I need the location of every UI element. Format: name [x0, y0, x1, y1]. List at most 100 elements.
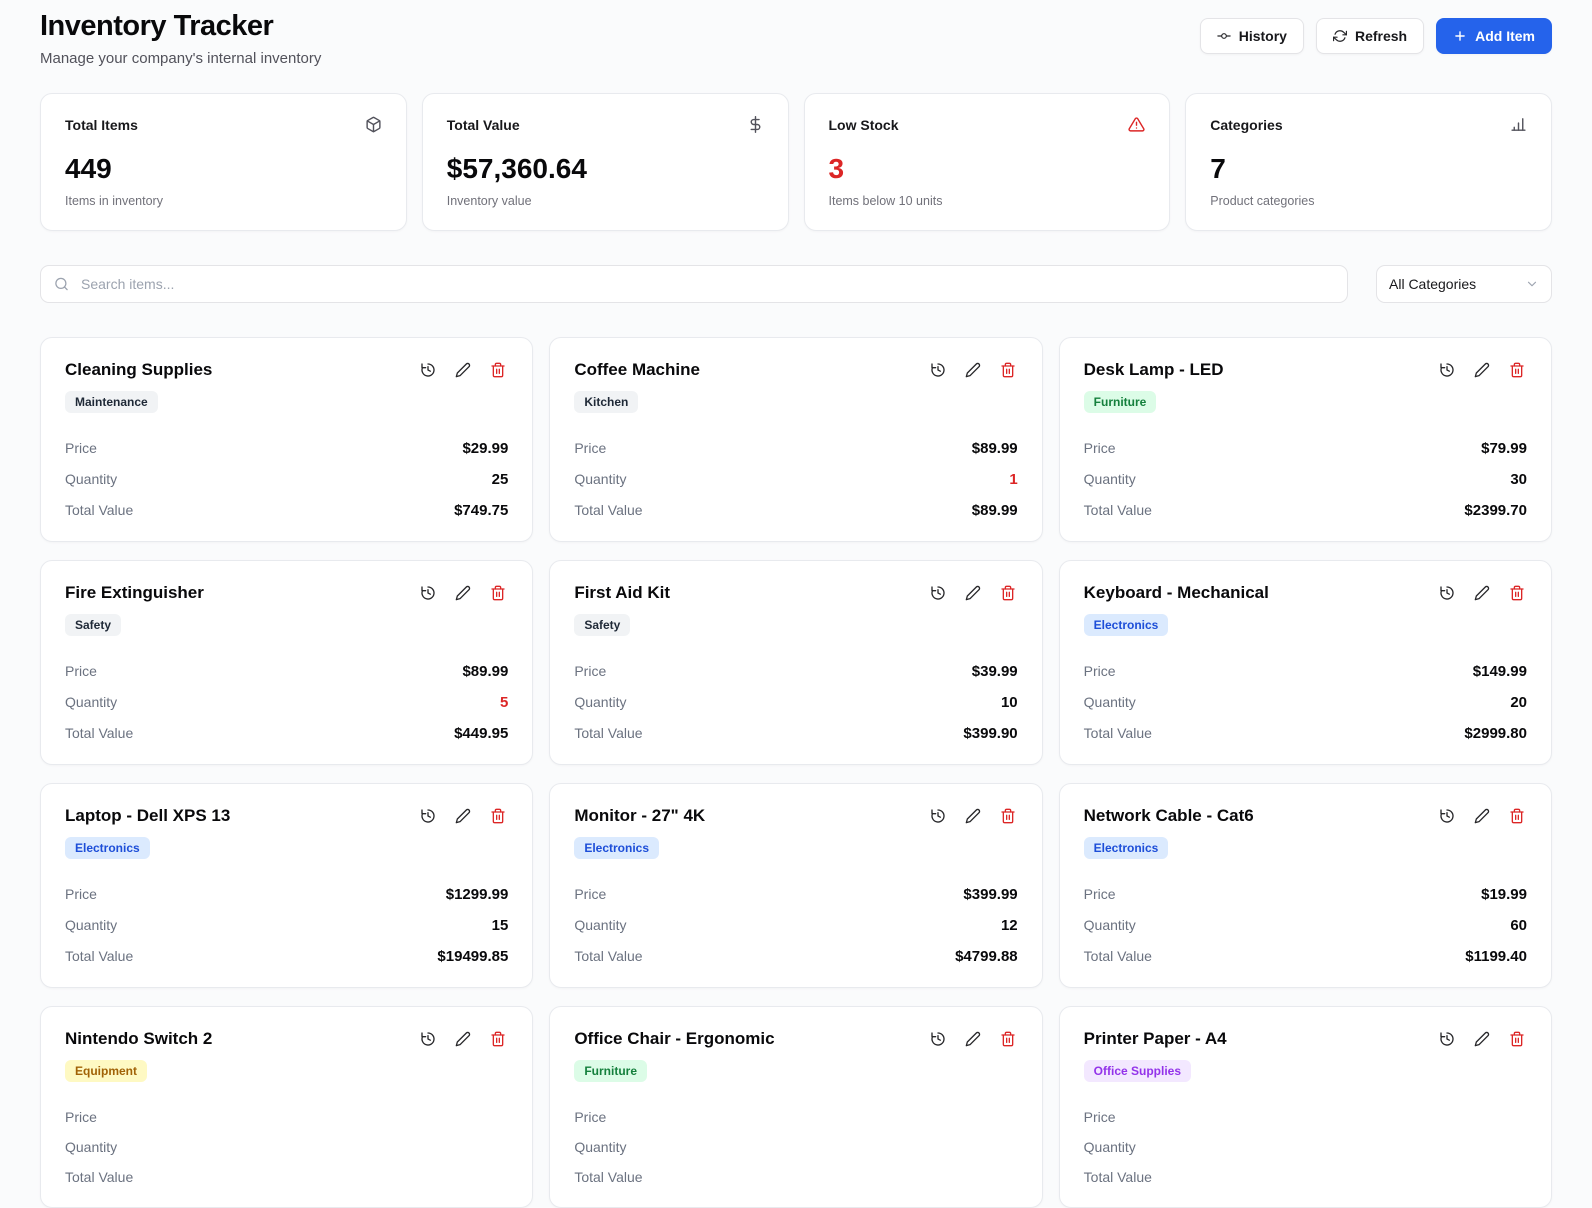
item-delete-button[interactable]: [1507, 583, 1527, 603]
page: Inventory Tracker Manage your company's …: [0, 0, 1592, 1208]
stat-caption: Inventory value: [446, 194, 532, 208]
item-history-button[interactable]: [418, 583, 438, 603]
history-clock-icon: [1440, 1032, 1454, 1046]
add-item-button[interactable]: Add Item: [1436, 18, 1552, 54]
stats-grid: Total Items 449 Items in inventory Total…: [40, 93, 1552, 231]
item-history-button[interactable]: [418, 360, 438, 380]
item-details: Price $39.99 Quantity 10 Total Value $39…: [574, 663, 1017, 742]
item-edit-button[interactable]: [1472, 806, 1492, 826]
trash-icon: [1000, 1031, 1015, 1047]
history-button[interactable]: History: [1199, 18, 1304, 54]
item-delete-button[interactable]: [998, 583, 1018, 603]
item-actions: [418, 806, 508, 826]
item-history-button[interactable]: [1437, 583, 1457, 603]
item-history-button[interactable]: [1437, 1029, 1457, 1049]
search-wrap: [40, 265, 1348, 303]
item-delete-button[interactable]: [488, 360, 508, 380]
stat-value: 7: [1210, 153, 1226, 184]
pencil-icon: [455, 362, 471, 378]
quantity-label: Quantity: [65, 1139, 118, 1155]
item-card: Nintendo Switch 2 Equipment Price Quanti…: [40, 1006, 534, 1208]
stat-label: Categories: [1210, 116, 1283, 133]
stat-caption: Product categories: [1210, 194, 1315, 208]
quantity-value: 25: [491, 471, 509, 488]
price-value: $29.99: [462, 440, 509, 457]
item-edit-button[interactable]: [963, 360, 983, 380]
item-edit-button[interactable]: [963, 806, 983, 826]
item-delete-button[interactable]: [1507, 1029, 1527, 1049]
total-value: $749.75: [454, 502, 509, 519]
pencil-icon: [1474, 362, 1490, 378]
item-history-button[interactable]: [928, 360, 948, 380]
item-edit-button[interactable]: [453, 806, 473, 826]
page-title: Inventory Tracker: [40, 10, 274, 42]
item-history-button[interactable]: [1437, 806, 1457, 826]
item-history-button[interactable]: [1437, 360, 1457, 380]
item-edit-button[interactable]: [1472, 583, 1492, 603]
stat-card-total-items: Total Items 449 Items in inventory: [40, 93, 407, 231]
search-input[interactable]: [40, 265, 1348, 303]
refresh-button[interactable]: Refresh: [1315, 18, 1425, 54]
item-history-button[interactable]: [928, 583, 948, 603]
item-title: Fire Extinguisher: [65, 583, 204, 602]
total-value: $449.95: [454, 725, 509, 742]
total-value: $4799.88: [955, 948, 1018, 965]
quantity-label: Quantity: [1083, 471, 1136, 487]
category-badge: Kitchen: [574, 391, 639, 413]
total-value: $19499.85: [437, 948, 509, 965]
item-delete-button[interactable]: [488, 583, 508, 603]
item-actions: [1437, 583, 1527, 603]
item-edit-button[interactable]: [453, 583, 473, 603]
item-delete-button[interactable]: [998, 806, 1018, 826]
price-value: $149.99: [1472, 663, 1527, 680]
quantity-label: Quantity: [65, 917, 118, 933]
item-details: Price $79.99 Quantity 30 Total Value $23…: [1084, 440, 1527, 519]
item-details: Price $1299.99 Quantity 15 Total Value $…: [65, 886, 508, 965]
item-edit-button[interactable]: [1472, 1029, 1492, 1049]
price-value: $79.99: [1481, 440, 1527, 457]
item-edit-button[interactable]: [963, 1029, 983, 1049]
item-title: Coffee Machine: [574, 360, 700, 379]
top-actions: History Refresh Add Item: [1199, 18, 1552, 54]
item-edit-button[interactable]: [453, 360, 473, 380]
item-actions: [1437, 1029, 1527, 1049]
filters-row: All Categories: [40, 265, 1552, 303]
item-history-button[interactable]: [418, 806, 438, 826]
item-actions: [928, 806, 1018, 826]
item-edit-button[interactable]: [453, 1029, 473, 1049]
item-history-button[interactable]: [418, 1029, 438, 1049]
item-history-button[interactable]: [928, 1029, 948, 1049]
trash-icon: [1000, 585, 1015, 601]
item-delete-button[interactable]: [488, 806, 508, 826]
item-delete-button[interactable]: [488, 1029, 508, 1049]
item-delete-button[interactable]: [1507, 360, 1527, 380]
item-edit-button[interactable]: [1472, 360, 1492, 380]
item-edit-button[interactable]: [963, 583, 983, 603]
trash-icon: [491, 808, 505, 824]
item-title: Printer Paper - A4: [1083, 1029, 1227, 1048]
price-label: Price: [1083, 663, 1116, 679]
item-details: Price $399.99 Quantity 12 Total Value $4…: [574, 886, 1017, 965]
total-value-label: Total Value: [65, 502, 134, 518]
category-badge: Safety: [574, 614, 631, 636]
trash-icon: [1510, 362, 1524, 378]
item-delete-button[interactable]: [1507, 806, 1527, 826]
quantity-value: 10: [1000, 694, 1018, 711]
quantity-label: Quantity: [574, 694, 627, 710]
item-delete-button[interactable]: [998, 360, 1018, 380]
quantity-label: Quantity: [574, 917, 627, 933]
total-value-label: Total Value: [1083, 725, 1152, 741]
pencil-icon: [455, 1031, 471, 1047]
price-label: Price: [574, 440, 607, 456]
item-history-button[interactable]: [928, 806, 948, 826]
history-clock-icon: [930, 586, 945, 600]
item-delete-button[interactable]: [998, 1029, 1018, 1049]
item-title: Nintendo Switch 2: [65, 1029, 213, 1048]
item-actions: [418, 583, 508, 603]
category-filter-dropdown[interactable]: All Categories: [1376, 265, 1552, 303]
total-value: $89.99: [971, 502, 1018, 519]
item-actions: [418, 1029, 508, 1049]
category-badge: Electronics: [574, 837, 660, 859]
quantity-label: Quantity: [1083, 1139, 1136, 1155]
quantity-value: 60: [1510, 917, 1527, 934]
